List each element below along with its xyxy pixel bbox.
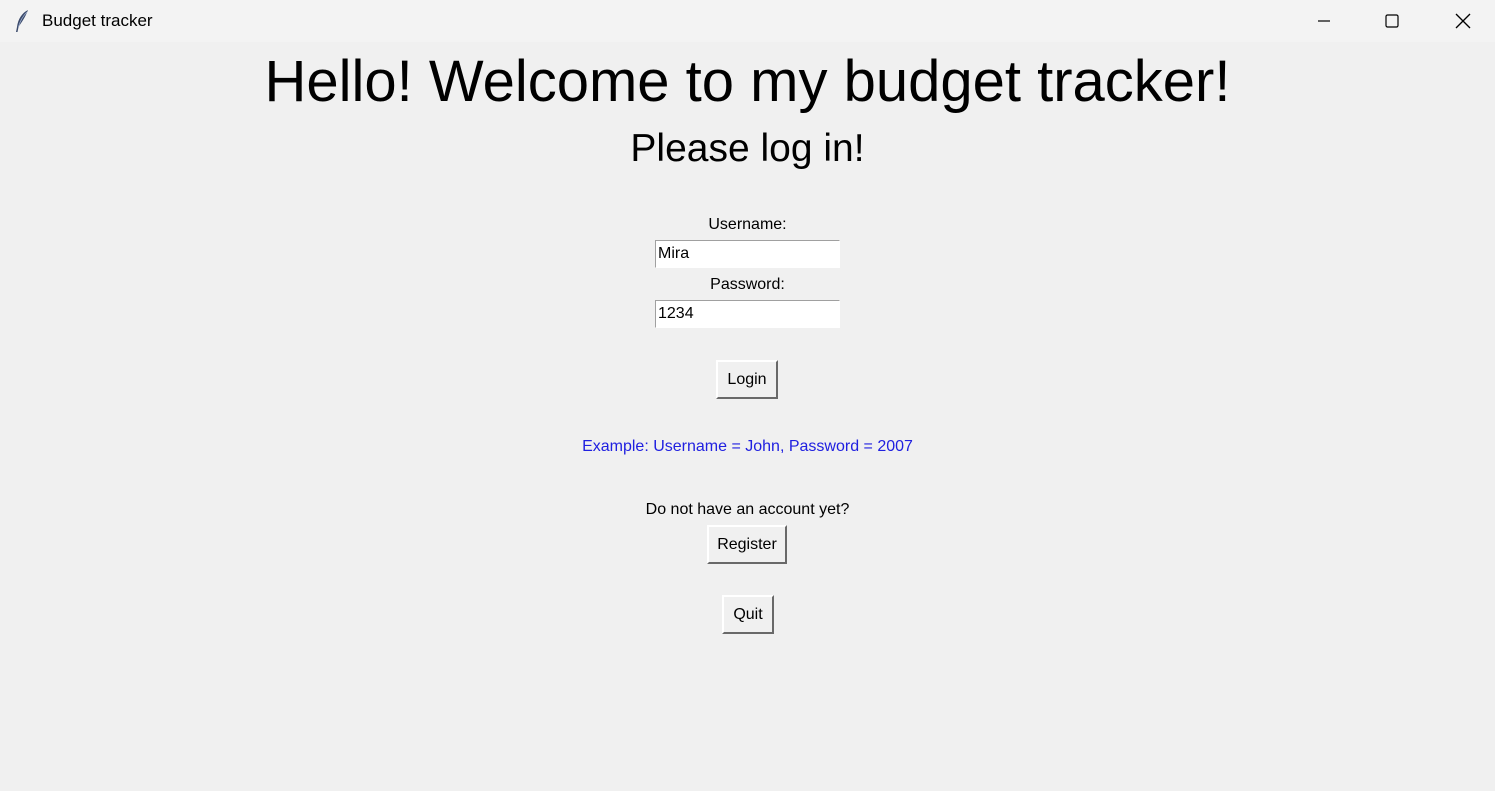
login-button[interactable]: Login bbox=[716, 360, 778, 399]
maximize-icon bbox=[1385, 14, 1399, 28]
password-label: Password: bbox=[710, 276, 785, 293]
welcome-heading: Hello! Welcome to my budget tracker! bbox=[264, 49, 1231, 114]
quit-button[interactable]: Quit bbox=[722, 595, 774, 634]
budget-tracker-window: Budget tracker Hello! Welcome to my budg… bbox=[0, 0, 1495, 791]
feather-icon bbox=[16, 10, 28, 32]
maximize-button[interactable] bbox=[1358, 0, 1426, 42]
title-bar[interactable]: Budget tracker bbox=[0, 0, 1495, 42]
close-icon bbox=[1455, 13, 1471, 29]
register-button[interactable]: Register bbox=[707, 525, 787, 564]
password-input[interactable] bbox=[655, 300, 840, 328]
no-account-text: Do not have an account yet? bbox=[645, 501, 850, 518]
login-panel: Hello! Welcome to my budget tracker! Ple… bbox=[0, 42, 1495, 791]
username-label: Username: bbox=[708, 216, 787, 233]
login-subheading: Please log in! bbox=[630, 127, 865, 170]
window-title: Budget tracker bbox=[42, 11, 153, 30]
example-credentials-hint: Example: Username = John, Password = 200… bbox=[582, 438, 913, 455]
close-button[interactable] bbox=[1429, 0, 1495, 42]
minimize-button[interactable] bbox=[1290, 0, 1358, 42]
username-input[interactable] bbox=[655, 240, 840, 268]
minimize-icon bbox=[1318, 20, 1330, 22]
